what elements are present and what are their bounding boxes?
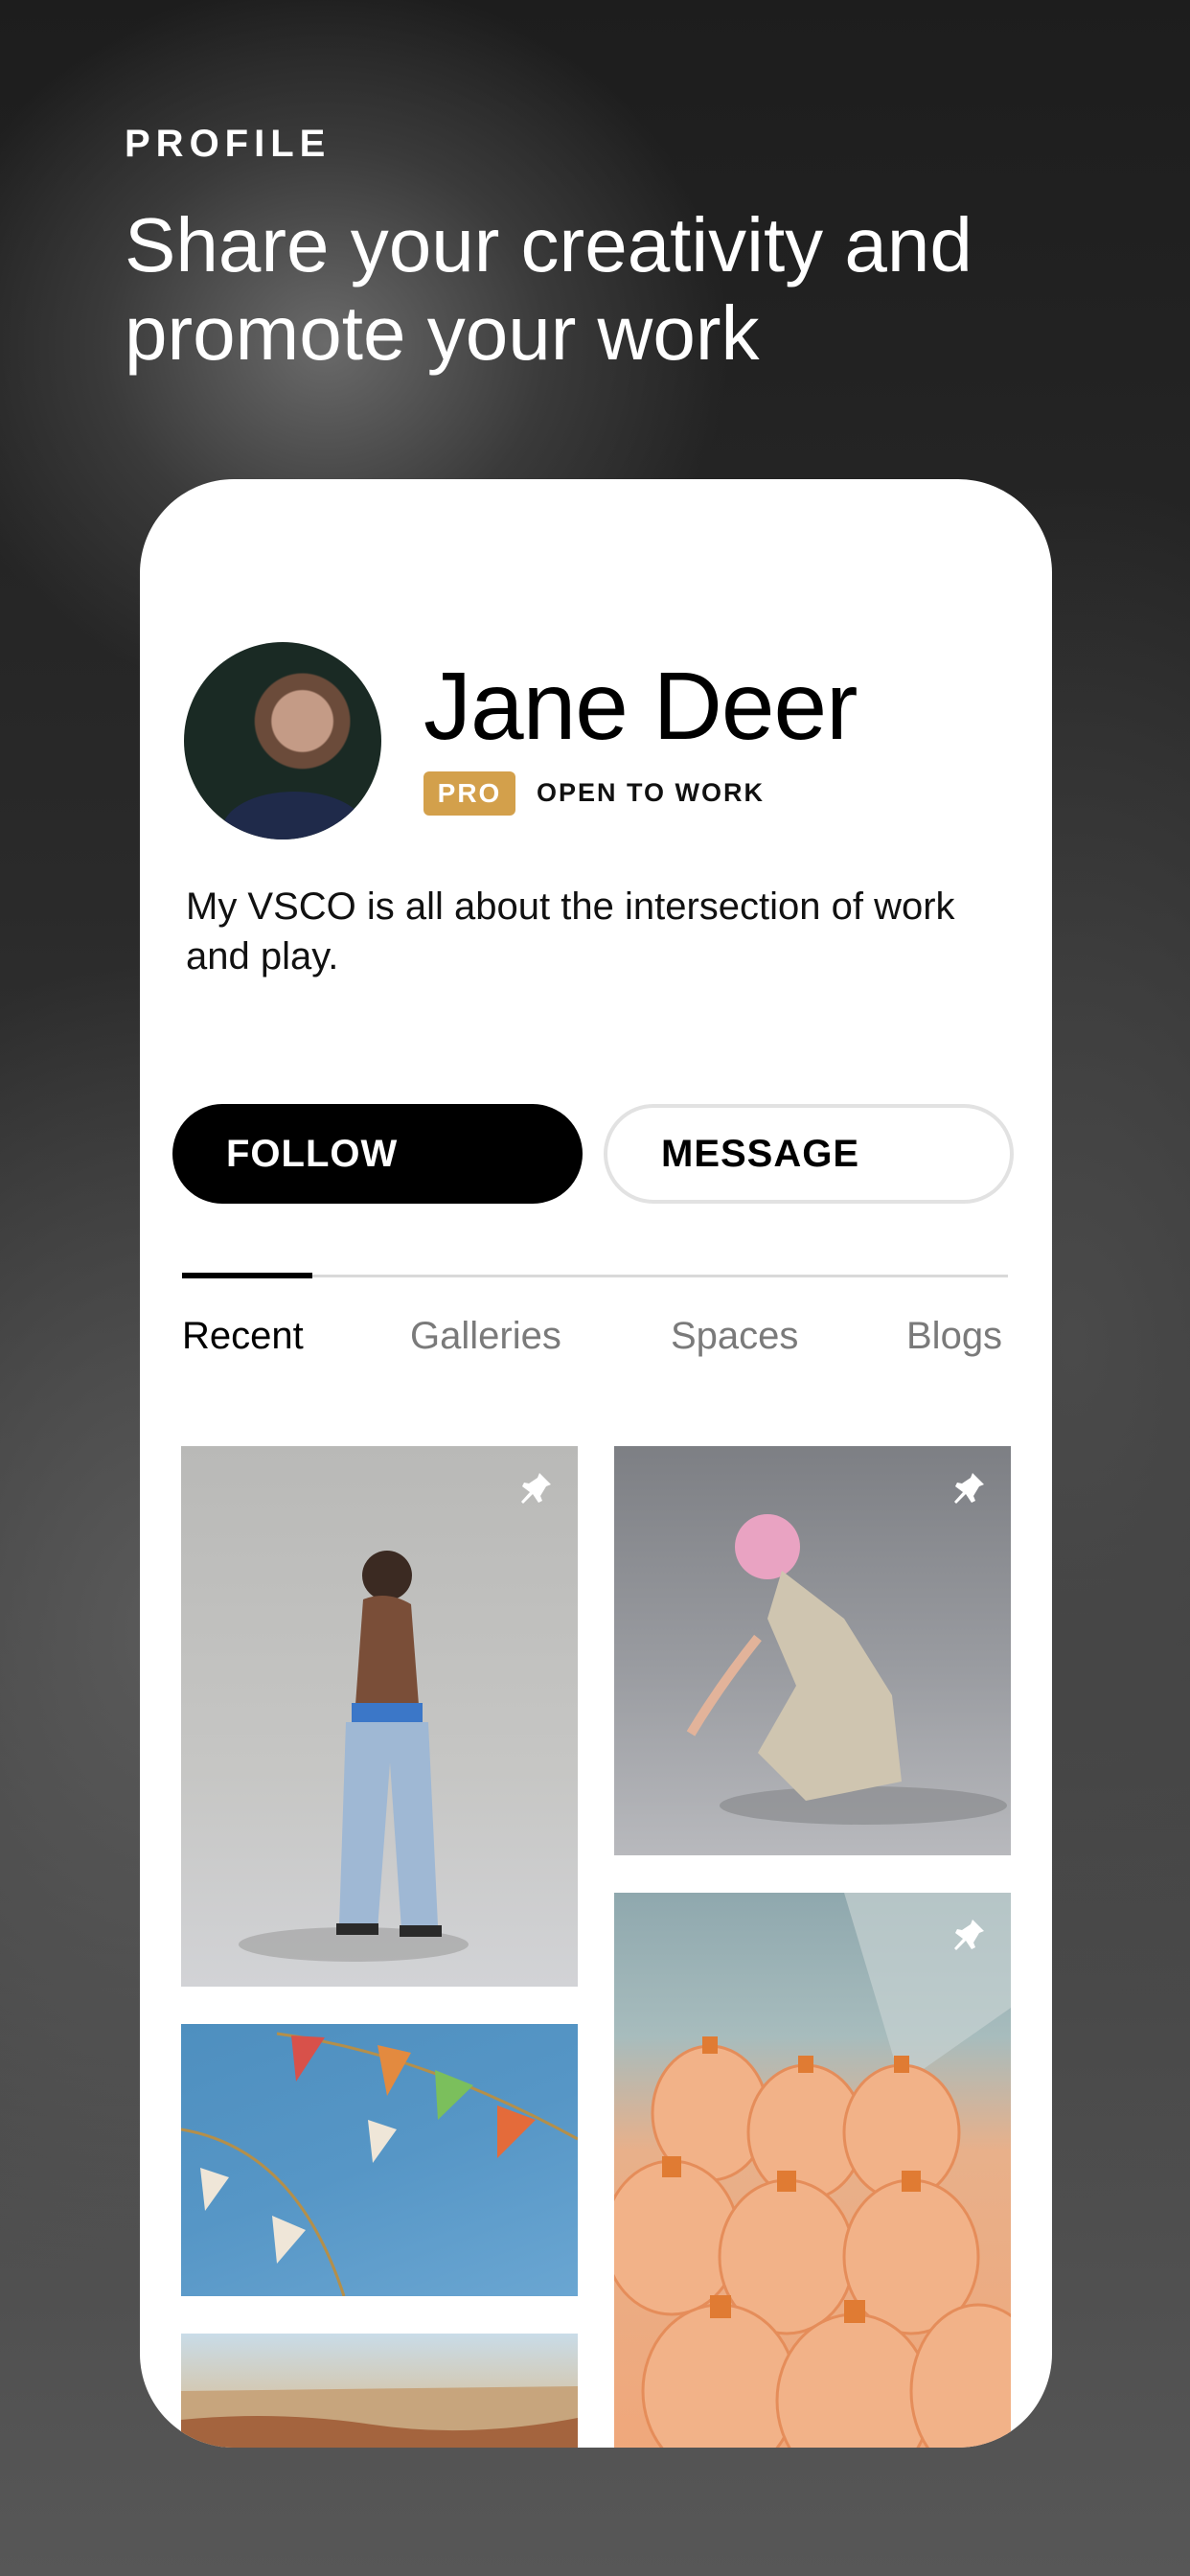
tab-active-indicator (182, 1273, 312, 1278)
profile-name: Jane Deer (423, 653, 858, 760)
pin-icon (948, 1467, 990, 1509)
tab-galleries[interactable]: Galleries (410, 1315, 561, 1358)
avatar[interactable] (184, 642, 381, 840)
pin-icon (515, 1467, 557, 1509)
pro-badge: PRO (423, 771, 515, 816)
message-button[interactable]: MESSAGE (604, 1104, 1014, 1204)
photo-tile-bunting[interactable] (181, 2024, 578, 2296)
photo-bunting (181, 2032, 578, 2296)
section-eyebrow: PROFILE (125, 123, 332, 165)
tab-blogs[interactable]: Blogs (906, 1315, 1002, 1358)
tab-spaces[interactable]: Spaces (671, 1315, 798, 1358)
photo-tile-desert[interactable] (181, 2334, 578, 2448)
page-headline: Share your creativity and promote your w… (125, 202, 973, 376)
photo-tile-water-bottles[interactable] (614, 1893, 1011, 2448)
photo-water-bottles (614, 1893, 1011, 2448)
photo-tile-pink-hair[interactable] (614, 1446, 1011, 1855)
follow-button[interactable]: FOLLOW (172, 1104, 583, 1204)
photo-tile-model-jeans[interactable] (181, 1446, 578, 1987)
avatar-shoulder (222, 792, 366, 840)
phone-mockup: Jane Deer PRO OPEN TO WORK My VSCO is al… (140, 479, 1052, 2448)
photo-model-jeans (239, 1551, 469, 1962)
tab-recent[interactable]: Recent (182, 1315, 304, 1358)
open-to-work-status: OPEN TO WORK (537, 778, 766, 807)
profile-bio: My VSCO is all about the intersection of… (186, 886, 955, 978)
photo-desert (181, 2386, 578, 2448)
pin-icon (948, 1914, 990, 1956)
